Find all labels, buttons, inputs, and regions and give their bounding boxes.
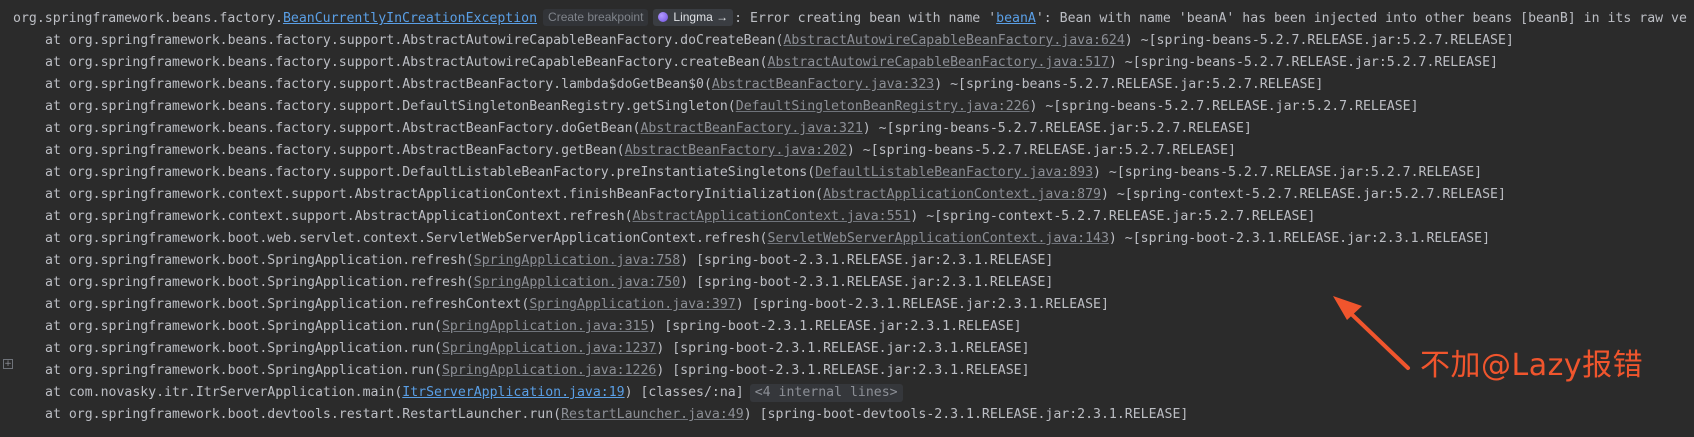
frame-source-link[interactable]: SpringApplication.java:1226 <box>442 363 656 378</box>
frame-method: at org.springframework.beans.factory.sup… <box>45 165 816 180</box>
frame-method: at org.springframework.boot.web.servlet.… <box>45 231 768 246</box>
frame-method: at org.springframework.beans.factory.sup… <box>45 121 641 136</box>
frame-method: at org.springframework.beans.factory.sup… <box>45 77 712 92</box>
bean-name-link[interactable]: beanA <box>996 11 1036 26</box>
stack-frame-line: at org.springframework.beans.factory.sup… <box>0 74 1323 96</box>
exception-package: org.springframework.beans.factory. <box>13 11 283 26</box>
frame-source-link[interactable]: AbstractBeanFactory.java:321 <box>640 121 862 136</box>
frame-jar-info: ) [spring-boot-devtools-2.3.1.RELEASE.ja… <box>743 407 1189 422</box>
frame-jar-info: ) ~[spring-beans-5.2.7.RELEASE.jar:5.2.7… <box>1124 33 1514 48</box>
frame-source-link[interactable]: SpringApplication.java:758 <box>474 253 680 268</box>
stack-frame-line: at org.springframework.boot.web.servlet.… <box>0 228 1490 250</box>
expand-fold-icon[interactable]: + <box>3 359 13 369</box>
frame-jar-info: ) [spring-boot-2.3.1.RELEASE.jar:2.3.1.R… <box>680 253 1054 268</box>
stack-frame-line: at org.springframework.boot.SpringApplic… <box>0 316 1022 338</box>
frame-jar-info: ) ~[spring-beans-5.2.7.RELEASE.jar:5.2.7… <box>1093 165 1483 180</box>
stack-frame-line: at org.springframework.beans.factory.sup… <box>0 118 1252 140</box>
frame-source-link[interactable]: AbstractAutowireCapableBeanFactory.java:… <box>768 55 1109 70</box>
frame-jar-info: ) [classes/:na] <box>624 385 744 400</box>
frame-source-link[interactable]: DefaultListableBeanFactory.java:893 <box>815 165 1093 180</box>
frame-source-link[interactable]: AbstractApplicationContext.java:551 <box>633 209 911 224</box>
stack-frame-line: at org.springframework.boot.SpringApplic… <box>0 272 1053 294</box>
frame-source-link[interactable]: SpringApplication.java:1237 <box>442 341 656 356</box>
frame-source-link[interactable]: AbstractApplicationContext.java:879 <box>823 187 1101 202</box>
exception-class-link[interactable]: BeanCurrentlyInCreationException <box>283 11 537 26</box>
frame-method: at org.springframework.context.support.A… <box>45 187 824 202</box>
stack-frame-line: at org.springframework.boot.SpringApplic… <box>0 338 1030 360</box>
frame-source-link[interactable]: SpringApplication.java:315 <box>442 319 648 334</box>
frame-jar-info: ) [spring-boot-2.3.1.RELEASE.jar:2.3.1.R… <box>680 275 1054 290</box>
frame-method: at org.springframework.beans.factory.sup… <box>45 33 784 48</box>
frame-source-link[interactable]: SpringApplication.java:397 <box>529 297 735 312</box>
frame-jar-info: ) ~[spring-beans-5.2.7.RELEASE.jar:5.2.7… <box>846 143 1236 158</box>
stack-frame-line: at org.springframework.beans.factory.sup… <box>0 30 1514 52</box>
frame-method: at org.springframework.context.support.A… <box>45 209 633 224</box>
frame-jar-info: ) [spring-boot-2.3.1.RELEASE.jar:2.3.1.R… <box>656 341 1030 356</box>
exception-message-end: ': Bean with name 'beanA' has been injec… <box>1035 11 1687 26</box>
frame-jar-info: ) ~[spring-boot-2.3.1.RELEASE.jar:2.3.1.… <box>1108 231 1491 246</box>
frame-source-link[interactable]: DefaultSingletonBeanRegistry.java:226 <box>736 99 1030 114</box>
stack-frame-line: at org.springframework.beans.factory.sup… <box>0 162 1482 184</box>
frame-source-link[interactable]: ItrServerApplication.java:19 <box>402 385 624 400</box>
frame-method: at com.novasky.itr.ItrServerApplication.… <box>45 385 403 400</box>
lingma-label: Lingma → <box>673 10 729 24</box>
frame-jar-info: ) ~[spring-context-5.2.7.RELEASE.jar:5.2… <box>910 209 1316 224</box>
stack-frame-line: at com.novasky.itr.ItrServerApplication.… <box>0 382 903 404</box>
frame-method: at org.springframework.beans.factory.sup… <box>45 55 768 70</box>
stack-frame-line: at org.springframework.context.support.A… <box>0 206 1315 228</box>
stack-frame-line: at org.springframework.boot.SpringApplic… <box>0 360 1030 382</box>
frame-jar-info: ) ~[spring-beans-5.2.7.RELEASE.jar:5.2.7… <box>934 77 1324 92</box>
frame-jar-info: ) ~[spring-beans-5.2.7.RELEASE.jar:5.2.7… <box>862 121 1252 136</box>
frame-method: at org.springframework.boot.SpringApplic… <box>45 363 442 378</box>
stack-frame-line: at org.springframework.context.support.A… <box>0 184 1506 206</box>
frame-method: at org.springframework.boot.SpringApplic… <box>45 297 530 312</box>
internal-lines-fold[interactable]: <4 internal lines> <box>749 384 903 402</box>
stack-frame-line: at org.springframework.beans.factory.sup… <box>0 140 1236 162</box>
frame-method: at org.springframework.beans.factory.sup… <box>45 143 625 158</box>
frame-source-link[interactable]: ServletWebServerApplicationContext.java:… <box>768 231 1109 246</box>
exception-message-start: : Error creating bean with name ' <box>734 11 997 26</box>
frame-method: at org.springframework.beans.factory.sup… <box>45 99 736 114</box>
lingma-icon <box>658 12 669 22</box>
frame-method: at org.springframework.boot.SpringApplic… <box>45 341 442 356</box>
stack-frame-line: at org.springframework.boot.SpringApplic… <box>0 250 1053 272</box>
frame-method: at org.springframework.boot.devtools.res… <box>45 407 562 422</box>
stack-frame-line: at org.springframework.boot.devtools.res… <box>0 404 1188 426</box>
frame-jar-info: ) [spring-boot-2.3.1.RELEASE.jar:2.3.1.R… <box>648 319 1022 334</box>
console-output: org.springframework.beans.factory.BeanCu… <box>0 0 1694 437</box>
exception-line: org.springframework.beans.factory.BeanCu… <box>0 8 1687 30</box>
frame-jar-info: ) [spring-boot-2.3.1.RELEASE.jar:2.3.1.R… <box>735 297 1109 312</box>
annotation-label: 不加@Lazy报错 <box>1420 348 1644 383</box>
frame-source-link[interactable]: SpringApplication.java:750 <box>474 275 680 290</box>
frame-method: at org.springframework.boot.SpringApplic… <box>45 253 474 268</box>
arrow-shaft <box>1341 304 1410 370</box>
frame-source-link[interactable]: AbstractBeanFactory.java:323 <box>712 77 934 92</box>
frame-jar-info: ) ~[spring-context-5.2.7.RELEASE.jar:5.2… <box>1100 187 1506 202</box>
lingma-button[interactable]: Lingma → <box>653 9 734 26</box>
frame-source-link[interactable]: AbstractBeanFactory.java:202 <box>625 143 847 158</box>
create-breakpoint-button[interactable]: Create breakpoint <box>543 9 649 26</box>
frame-jar-info: ) ~[spring-beans-5.2.7.RELEASE.jar:5.2.7… <box>1108 55 1498 70</box>
arrow-head-icon <box>1333 296 1362 320</box>
frame-source-link[interactable]: AbstractAutowireCapableBeanFactory.java:… <box>783 33 1124 48</box>
frame-source-link[interactable]: RestartLauncher.java:49 <box>561 407 744 422</box>
frame-jar-info: ) [spring-boot-2.3.1.RELEASE.jar:2.3.1.R… <box>656 363 1030 378</box>
stack-frame-line: at org.springframework.boot.SpringApplic… <box>0 294 1109 316</box>
frame-method: at org.springframework.boot.SpringApplic… <box>45 275 474 290</box>
frame-method: at org.springframework.boot.SpringApplic… <box>45 319 442 334</box>
stack-frame-line: at org.springframework.beans.factory.sup… <box>0 52 1498 74</box>
frame-jar-info: ) ~[spring-beans-5.2.7.RELEASE.jar:5.2.7… <box>1029 99 1419 114</box>
stack-frame-line: at org.springframework.beans.factory.sup… <box>0 96 1419 118</box>
